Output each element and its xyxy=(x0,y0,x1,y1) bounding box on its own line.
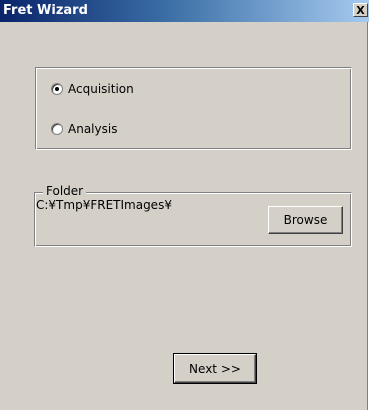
radio-acquisition[interactable]: Acquisition xyxy=(51,82,134,96)
folder-path: C:¥Tmp¥FRETImages¥ xyxy=(36,198,172,212)
window-title: Fret Wizard xyxy=(3,3,88,18)
browse-button[interactable]: Browse xyxy=(268,206,343,234)
folder-legend: Folder xyxy=(43,184,87,198)
radio-analysis[interactable]: Analysis xyxy=(51,122,117,136)
radio-unchecked-icon[interactable] xyxy=(51,123,63,135)
close-icon: X xyxy=(356,3,365,17)
close-button[interactable]: X xyxy=(353,3,368,17)
mode-group-box: Acquisition Analysis xyxy=(35,67,352,150)
next-button[interactable]: Next >> xyxy=(173,353,257,384)
radio-checked-icon[interactable] xyxy=(51,83,63,95)
radio-acquisition-label[interactable]: Acquisition xyxy=(68,82,134,96)
fret-wizard-window: Fret Wizard X Acquisition Analysis Folde… xyxy=(0,0,369,410)
radio-analysis-label[interactable]: Analysis xyxy=(68,122,117,136)
title-bar[interactable]: Fret Wizard X xyxy=(0,0,369,22)
